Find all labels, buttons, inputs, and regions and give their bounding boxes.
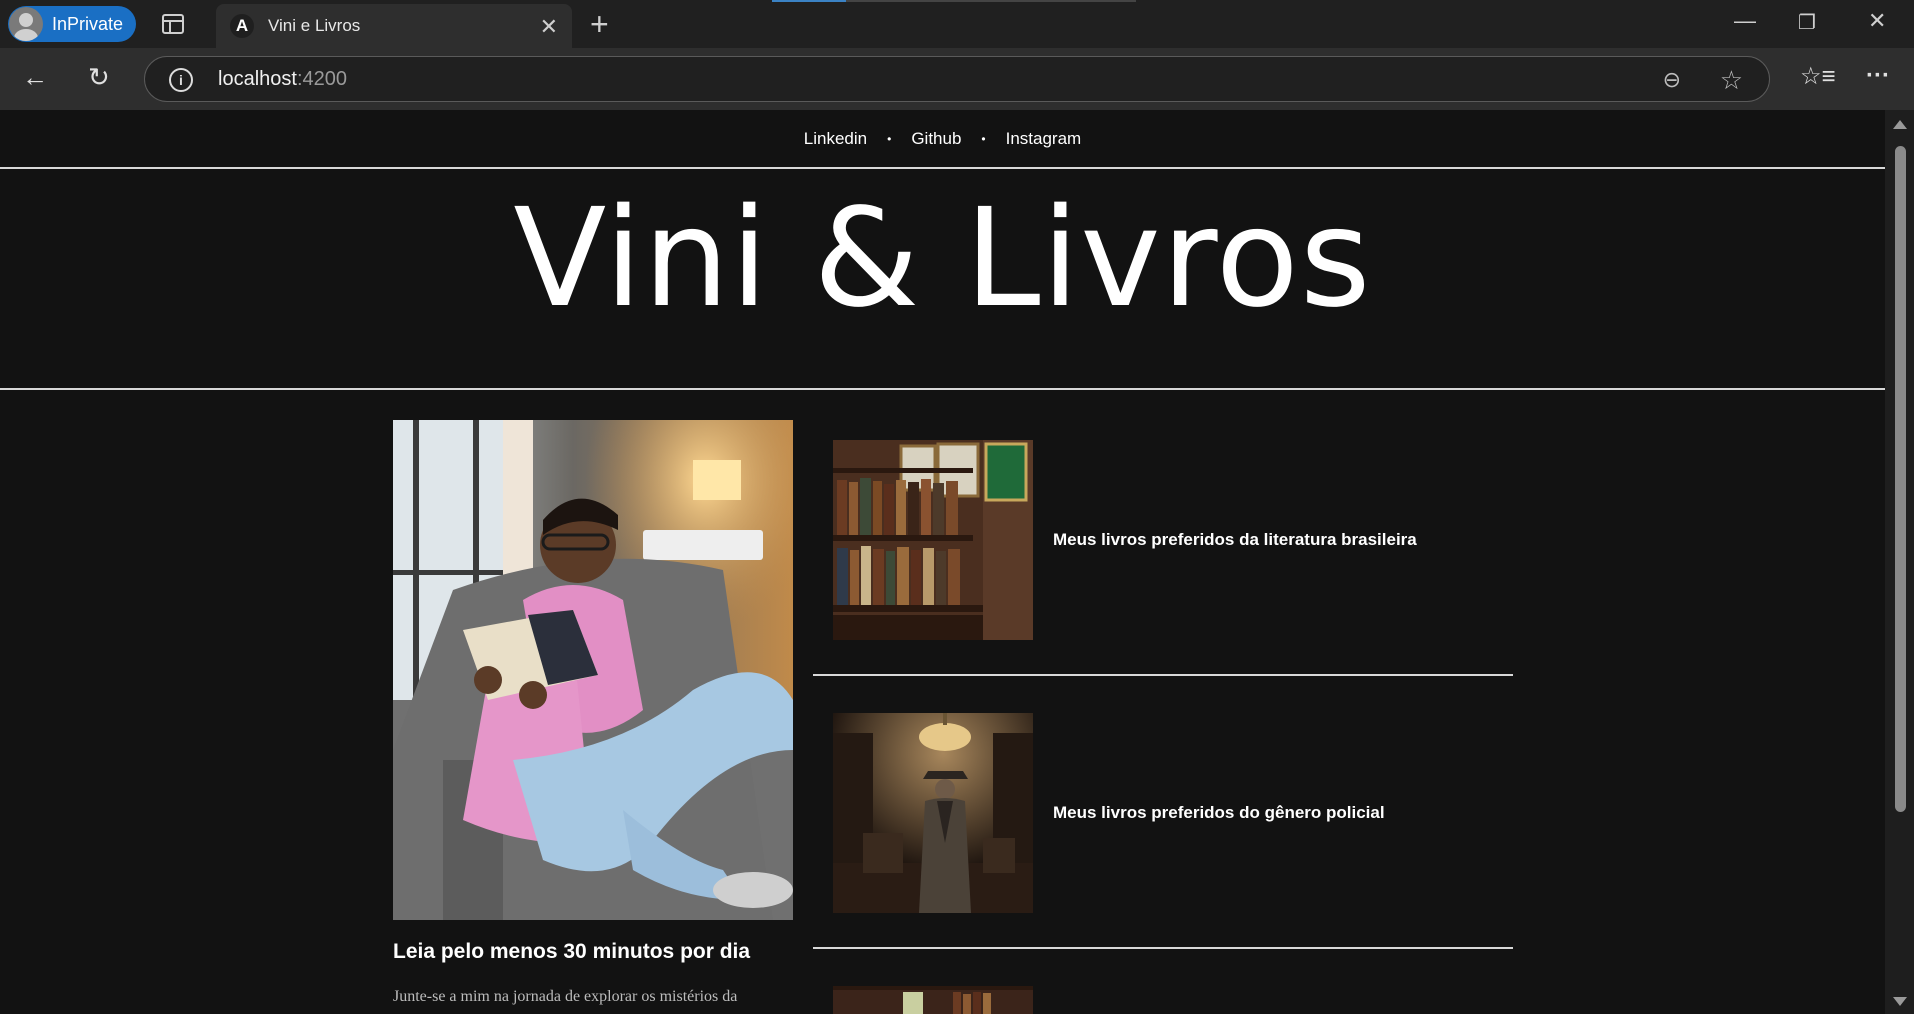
more-options-icon[interactable]: ··· <box>1866 62 1890 90</box>
featured-post-title[interactable]: Leia pelo menos 30 minutos por dia <box>393 940 750 964</box>
close-tab-icon[interactable]: ✕ <box>540 14 558 40</box>
back-icon[interactable]: ← <box>22 62 48 93</box>
post-thumbnail[interactable] <box>833 713 1033 913</box>
close-window-icon[interactable]: ✕ <box>1868 8 1886 34</box>
zoom-icon[interactable]: ⊖ <box>1663 67 1681 93</box>
tab-active[interactable]: A Vini e Livros ✕ <box>216 4 572 48</box>
url-text[interactable]: localhost:4200 <box>218 68 347 91</box>
address-bar[interactable]: i localhost:4200 ⊖ ☆ <box>144 56 1770 102</box>
tab-title: Vini e Livros <box>268 16 361 35</box>
post-title[interactable]: Meus livros preferidos do gênero policia… <box>1053 803 1385 823</box>
post-title[interactable]: Meus livros preferidos da literatura bra… <box>1053 530 1417 550</box>
site-info-icon[interactable]: i <box>169 68 193 92</box>
avatar <box>9 7 43 41</box>
browser-titlebar: InPrivate A Vini e Livros ✕ + — ❐ ✕ <box>0 0 1914 48</box>
tab-indicator-track <box>846 0 1136 2</box>
featured-post-image[interactable] <box>393 420 793 920</box>
site-title: Vini & Livros <box>513 180 1372 338</box>
post-thumbnail[interactable] <box>833 986 1033 1014</box>
refresh-icon[interactable]: ↻ <box>88 62 110 93</box>
new-tab-icon[interactable]: + <box>590 6 609 43</box>
social-nav: Linkedin • Github • Instagram <box>0 110 1885 167</box>
page-viewport: Linkedin • Github • Instagram Vini & Liv… <box>0 110 1914 1014</box>
nav-separator: • <box>887 131 892 146</box>
minimize-icon[interactable]: — <box>1734 8 1756 34</box>
scrollbar-thumb[interactable] <box>1895 146 1906 812</box>
profile-button[interactable]: InPrivate <box>8 6 136 42</box>
tab-indicator <box>772 0 846 2</box>
profile-label: InPrivate <box>52 13 124 34</box>
divider <box>0 167 1885 169</box>
scroll-up-icon[interactable] <box>1893 120 1907 129</box>
address-toolbar: ← ↻ i localhost:4200 ⊖ ☆ ☆≡ ··· <box>0 48 1914 110</box>
nav-link-github[interactable]: Github <box>911 129 961 149</box>
post-card[interactable]: Meus livros preferidos da literatura bra… <box>813 440 1513 640</box>
post-card[interactable]: Meus livros preferidos do gênero policia… <box>813 713 1513 913</box>
scroll-down-icon[interactable] <box>1893 997 1907 1006</box>
nav-link-instagram[interactable]: Instagram <box>1006 129 1082 149</box>
favorite-star-icon[interactable]: ☆ <box>1720 65 1743 96</box>
nav-link-linkedin[interactable]: Linkedin <box>804 129 867 149</box>
restore-icon[interactable]: ❐ <box>1798 10 1816 35</box>
divider <box>813 947 1513 949</box>
featured-post-excerpt: Junte-se a mim na jornada de explorar os… <box>393 988 738 1005</box>
divider <box>0 388 1885 390</box>
nav-separator: • <box>981 131 986 146</box>
post-thumbnail[interactable] <box>833 440 1033 640</box>
vertical-scrollbar[interactable] <box>1885 110 1914 1014</box>
tab-actions-icon[interactable] <box>158 12 188 36</box>
favorites-icon[interactable]: ☆≡ <box>1800 62 1836 91</box>
angular-favicon-icon: A <box>230 14 254 38</box>
divider <box>813 674 1513 676</box>
